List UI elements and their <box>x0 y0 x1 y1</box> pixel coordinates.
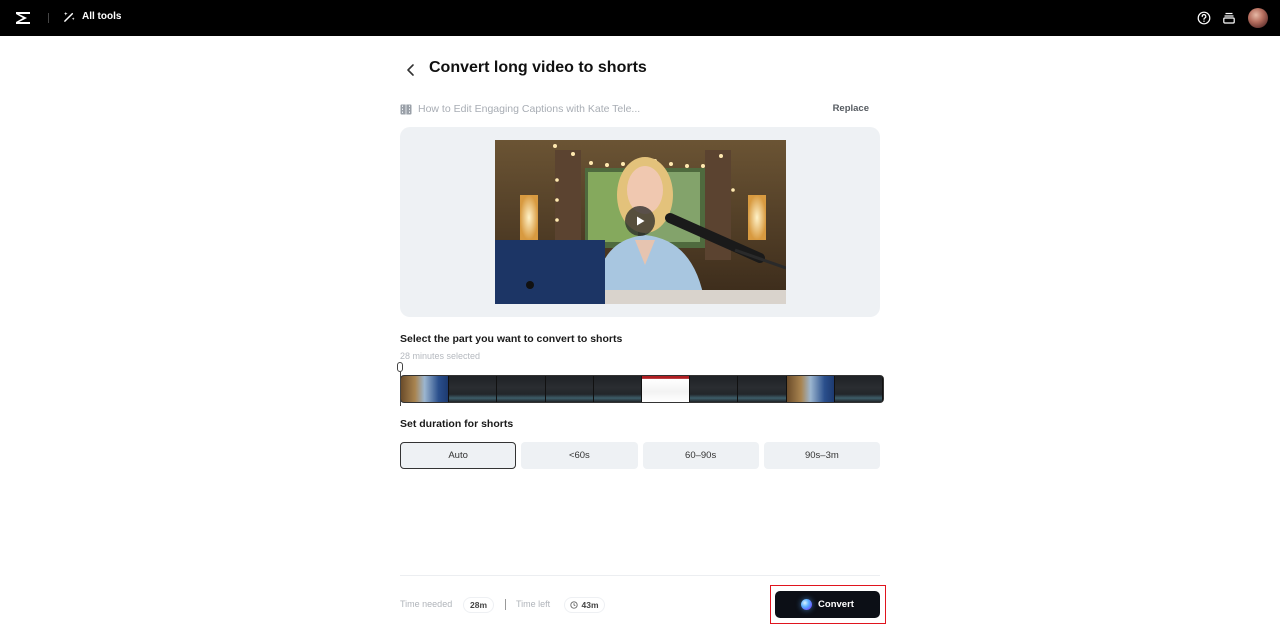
page-title: Convert long video to shorts <box>429 59 647 76</box>
magic-wand-icon <box>63 11 75 22</box>
selection-label: Select the part you want to convert to s… <box>400 333 623 345</box>
duration-options: Auto <60s 60–90s 90s–3m <box>400 442 880 469</box>
time-left-label: Time left <box>516 599 551 609</box>
clock-icon <box>570 601 579 609</box>
timeline-frame-editor <box>690 376 739 402</box>
timeline-frame-person <box>401 376 450 402</box>
inbox-stack-icon[interactable] <box>1222 11 1236 25</box>
timeline-frame-person <box>786 376 835 402</box>
replace-button[interactable]: Replace <box>833 103 869 114</box>
convert-label: Convert <box>818 599 854 610</box>
selection-duration-text: 28 minutes selected <box>400 351 481 361</box>
user-avatar[interactable] <box>1248 8 1268 28</box>
duration-option-auto[interactable]: Auto <box>400 442 517 469</box>
all-tools-button[interactable]: All tools <box>63 10 121 23</box>
time-left-value: 43m <box>581 600 599 610</box>
source-file-row: How to Edit Engaging Captions with Kate … <box>400 102 880 118</box>
time-left-badge: 43m <box>564 597 605 613</box>
time-needed-value: 28m <box>469 600 487 610</box>
chevron-left-icon[interactable] <box>402 61 420 79</box>
help-circle-icon[interactable] <box>1197 11 1211 25</box>
all-tools-label: All tools <box>82 11 122 22</box>
play-button[interactable] <box>625 206 655 236</box>
ai-orb-icon <box>801 599 813 610</box>
play-icon <box>637 216 645 226</box>
duration-label: Set duration for shorts <box>400 418 514 430</box>
footer-separator <box>505 599 506 610</box>
duration-option-60-90s[interactable]: 60–90s <box>642 442 759 469</box>
convert-button[interactable]: Convert <box>775 591 880 618</box>
timeline-frame-editor <box>449 376 498 402</box>
playhead-handle[interactable] <box>397 362 403 372</box>
timeline-frame-editor <box>545 376 594 402</box>
time-needed-label: Time needed <box>400 599 453 609</box>
video-preview-card <box>400 127 880 317</box>
topbar-divider <box>48 13 49 23</box>
capcut-logo-icon[interactable] <box>14 9 32 27</box>
top-bar: All tools <box>0 0 1280 36</box>
duration-option-90s-3m[interactable]: 90s–3m <box>763 442 880 469</box>
time-needed-badge: 28m <box>463 597 494 613</box>
timeline-strip[interactable] <box>400 375 884 403</box>
timeline-frame-editor <box>593 376 643 402</box>
video-player[interactable] <box>495 140 786 304</box>
playhead-line <box>399 372 401 406</box>
timeline-frame-editor <box>834 376 883 402</box>
film-icon <box>400 104 412 115</box>
timeline-frame-webpage <box>642 376 691 402</box>
timeline-frame-editor <box>497 376 546 402</box>
timeline-frame-editor <box>738 376 787 402</box>
duration-option-under-60s[interactable]: <60s <box>521 442 638 469</box>
footer-divider <box>400 575 880 576</box>
source-file-name: How to Edit Engaging Captions with Kate … <box>418 103 641 115</box>
